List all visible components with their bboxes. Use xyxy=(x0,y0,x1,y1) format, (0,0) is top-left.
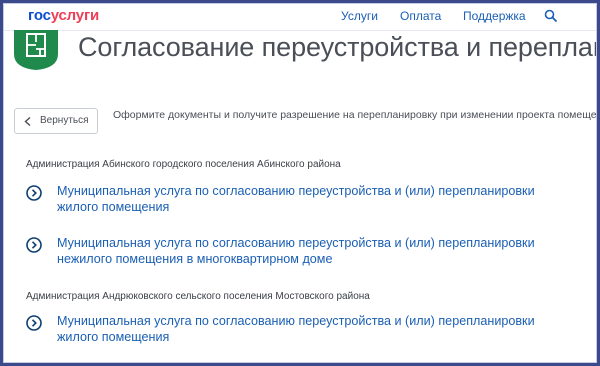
chevron-left-icon xyxy=(24,117,31,126)
page-subtitle: Оформите документы и получите разрешение… xyxy=(113,109,600,121)
arrow-circle-icon xyxy=(26,185,42,201)
arrow-circle-icon xyxy=(26,315,42,331)
logo-part-uslugi: услуги xyxy=(50,7,100,24)
top-navbar: госуслуги Услуги Оплата Поддержка xyxy=(4,4,596,31)
arrow-circle-icon xyxy=(26,237,42,253)
service-link-text: Муниципальная услуга по согласованию пер… xyxy=(57,314,535,344)
logo-part-gos: гос xyxy=(28,7,51,24)
service-link[interactable]: Муниципальная услуга по согласованию пер… xyxy=(26,184,586,221)
org-name: Администрация Абинского городского посел… xyxy=(26,159,341,170)
back-button-label: Вернуться xyxy=(40,115,89,126)
service-link[interactable]: Муниципальная услуга по согласованию пер… xyxy=(26,314,586,351)
back-button[interactable]: Вернуться xyxy=(14,108,98,134)
org-name: Администрация Андрюковского сельского по… xyxy=(26,291,370,302)
floor-plan-icon xyxy=(14,30,58,70)
gosuslugi-logo[interactable]: госуслуги xyxy=(28,7,99,24)
search-icon[interactable] xyxy=(543,8,559,24)
nav-services[interactable]: Услуги xyxy=(341,9,378,23)
nav-payment[interactable]: Оплата xyxy=(400,9,441,23)
page-title: Согласование переустройства и перепланир… xyxy=(78,32,596,62)
service-link-text: Муниципальная услуга по согласованию пер… xyxy=(57,184,535,214)
service-link-text: Муниципальная услуга по согласованию пер… xyxy=(57,236,535,266)
nav-support[interactable]: Поддержка xyxy=(463,9,526,23)
service-link[interactable]: Муниципальная услуга по согласованию пер… xyxy=(26,236,586,273)
